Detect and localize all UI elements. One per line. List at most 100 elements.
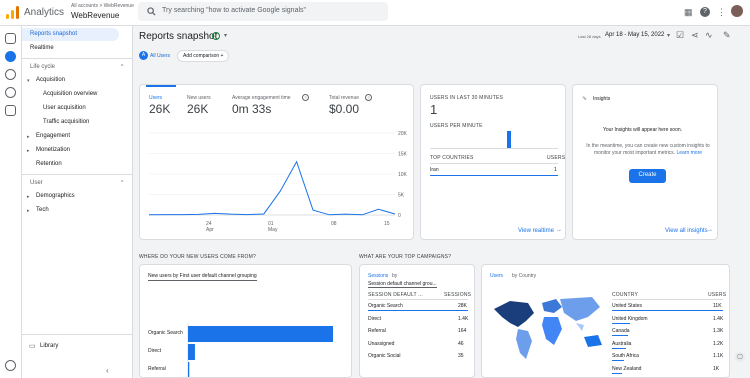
customize-report-icon[interactable]: ☑ [676,31,684,40]
nav-section-user[interactable]: User [30,180,43,186]
country-name: Iran [430,167,439,173]
x-tick-label: 08 [331,221,337,227]
insights-title: Insights [593,96,611,102]
collapse-icon[interactable]: ‹ [106,366,109,375]
nav-tech[interactable]: Tech [36,207,49,213]
users-line-chart: 20K15K10K5K024Apr01May08 15 [148,131,408,233]
advertising-icon[interactable] [5,87,16,98]
chevron-right-icon[interactable]: ▸ [27,208,30,214]
country-users: 11K [713,303,722,309]
users-header: USERS [547,155,566,161]
configure-icon[interactable] [5,105,16,116]
share-bar [612,360,624,361]
view-realtime-link[interactable]: View realtime [518,228,554,234]
channel-bar [188,344,195,360]
country-name: United States [612,303,643,309]
nav-demographics[interactable]: Demographics [36,193,75,199]
nav-monetization[interactable]: Monetization [36,147,70,153]
date-prefix: Last 28 days [578,34,601,39]
nav-acquisition-overview[interactable]: Acquisition overview [43,91,97,97]
chevron-down-icon[interactable]: ▾ [27,78,30,84]
insights-heading: Your Insights will appear here soon. [603,127,683,133]
campaign-name: Organic Search [368,303,403,309]
app-name: Analytics [24,7,65,18]
country-users: 1.1K [713,353,724,359]
share-icon[interactable]: ⋖ [691,31,699,40]
explore-icon[interactable] [5,69,16,80]
nav-traffic-acquisition[interactable]: Traffic acquisition [43,119,89,125]
nav-engagement[interactable]: Engagement [36,133,70,139]
per-minute-bar-chart [430,131,558,149]
country-header: COUNTRY [612,292,639,298]
share-bar [612,347,626,349]
chevron-right-icon[interactable]: ▸ [27,134,30,140]
world-map [494,297,602,359]
chevron-right-icon[interactable]: ▸ [27,148,30,154]
edit-icon[interactable]: ✎ [723,31,731,40]
realtime-value: 1 [430,102,438,117]
account-breadcrumb[interactable]: All accounts > WebRevenue [71,3,134,9]
nav-realtime[interactable]: Realtime [30,45,54,51]
campaigns-card: Sessions by Session default channel grou… [359,264,475,378]
sessions-dropdown[interactable]: Sessions [368,273,388,279]
learn-more-link[interactable]: Learn more [676,150,702,156]
share-bar [368,310,468,311]
nav-user-acquisition[interactable]: User acquisition [43,105,86,111]
date-dropdown-icon[interactable]: ▾ [667,32,670,39]
help-icon[interactable]: ? [700,7,710,17]
search-input[interactable]: Try searching "how to activate Google si… [138,2,388,21]
category-label: Organic Search [148,330,183,336]
nav-library[interactable]: Library [40,343,58,349]
add-comparison-button[interactable]: Add comparison + [177,50,230,62]
country-name: South Africa [612,353,639,359]
campaign-sessions: 1.4K [458,315,469,322]
avatar[interactable] [731,5,743,17]
users-series-line [148,160,396,216]
top-countries-header: TOP COUNTRIES [430,155,474,161]
view-all-insights-link[interactable]: View all insights [665,228,708,234]
share-bar [612,322,630,324]
page-title: Reports snapshot [139,31,218,42]
nav-reports-snapshot[interactable]: Reports snapshot [22,28,119,41]
category-label: Referral [148,366,166,372]
more-vert-icon[interactable]: ⋮ [717,8,726,17]
overview-card: Users 26K New users 26K Average engageme… [139,84,414,240]
channel-group-dropdown[interactable]: Session default channel grou... [368,281,437,288]
segment-chip[interactable]: All Users [150,53,170,59]
home-icon[interactable] [5,33,16,44]
reports-icon[interactable] [5,51,16,62]
nav-acquisition[interactable]: Acquisition [36,77,65,83]
create-insight-button[interactable]: Create [629,169,666,183]
new-users-section-title: WHERE DO YOUR NEW USERS COME FROM? [139,254,256,260]
arrow-right-icon[interactable]: → [707,227,713,233]
folder-icon: ▭ [29,343,36,350]
realtime-card: USERS IN LAST 30 MINUTES 1 USERS PER MIN… [420,84,566,240]
country-name: United Kingdom [612,315,648,322]
y-tick-label: 0 [398,213,401,219]
share-bar [612,310,723,311]
icon-rail [0,26,22,378]
segment-avatar-icon: A [139,51,148,60]
chevron-up-icon[interactable]: ^ [121,180,123,186]
nav-retention[interactable]: Retention [36,161,62,167]
apps-grid-icon[interactable]: ▦ [684,8,693,17]
arrow-right-icon[interactable]: → [556,227,562,233]
chevron-right-icon[interactable]: ▸ [27,194,30,200]
new-users-bar-chart: Organic SearchDirectReferralOrganic Soci… [148,323,333,377]
title-dropdown-icon[interactable]: ▾ [224,32,227,39]
nav-section-life-cycle[interactable]: Life cycle [30,64,55,70]
chevron-up-icon[interactable]: ^ [121,64,123,70]
feedback-icon[interactable]: ▢ [735,352,745,362]
country-users: 1K [713,365,720,372]
users-dropdown[interactable]: Users [490,273,503,279]
date-range-picker[interactable]: Apr 18 - May 15, 2022 [605,32,664,38]
divider [430,163,558,164]
property-selector[interactable]: WebRevenue [71,11,119,20]
main-content: Reports snapshot ✓ ▾ A All Users Add com… [133,26,750,378]
campaign-sessions: 164 [458,328,467,334]
settings-icon[interactable] [5,360,16,371]
insights-icon[interactable]: ∿ [705,31,713,40]
search-placeholder: Try searching "how to activate Google si… [162,7,307,14]
y-tick-label: 10K [398,172,408,178]
insights-icon: ∿ [582,96,588,102]
